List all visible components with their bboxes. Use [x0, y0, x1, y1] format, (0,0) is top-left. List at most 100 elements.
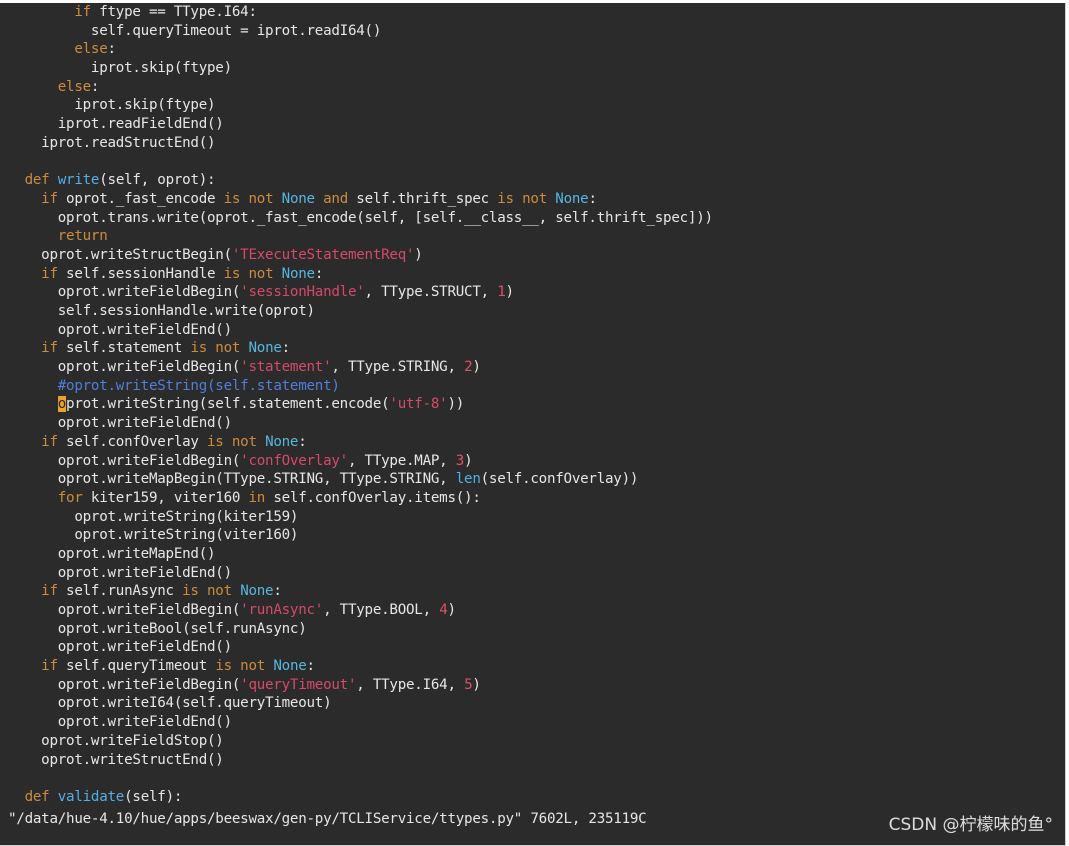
code-token: oprot.writeBool(self.runAsync) — [8, 620, 307, 637]
code-token: oprot.writeStructBegin( — [8, 246, 232, 263]
code-token: oprot.writeFieldBegin( — [8, 359, 241, 376]
code-line: if self.runAsync is not None: — [8, 582, 1065, 601]
code-line: oprot.writeMapBegin(TType.STRING, TType.… — [8, 470, 1065, 489]
code-line: self.queryTimeout = iprot.readI64() — [8, 22, 1065, 41]
keyword-token: else — [57, 78, 91, 95]
code-token: self.confOverlay — [57, 433, 208, 450]
code-token: ) — [447, 602, 456, 618]
code-line: self.sessionHandle.write(oprot) — [8, 302, 1065, 321]
keyword-token: if — [41, 433, 58, 450]
code-token: : — [90, 78, 100, 95]
code-token: oprot.trans.write(oprot._fast_encode(sel… — [8, 209, 713, 226]
string-literal: 'sessionHandle' — [240, 284, 365, 301]
code-line: oprot.writeStructBegin('TExecuteStatemen… — [8, 246, 1065, 265]
code-line: if oprot._fast_encode is not None and se… — [8, 190, 1065, 209]
code-token: : — [314, 265, 324, 282]
code-line: iprot.readStructEnd() — [8, 134, 1065, 153]
number-literal: 3 — [455, 452, 465, 469]
keyword-token: in — [248, 489, 266, 506]
code-line: oprot.writeBool(self.runAsync) — [8, 620, 1065, 639]
string-literal: 'utf-8' — [389, 396, 448, 413]
code-token: self.queryTimeout — [57, 658, 216, 675]
code-token: : — [107, 41, 117, 58]
terminal-window[interactable]: if ftype == TType.I64: self.queryTimeout… — [0, 3, 1066, 846]
code-line: iprot.readFieldEnd() — [8, 115, 1065, 134]
code-token: self.statement — [57, 340, 191, 357]
string-literal: 'TExecuteStatementReq' — [231, 246, 415, 263]
keyword-token: if — [41, 265, 58, 282]
code-line: oprot.writeFieldBegin('statement', TType… — [8, 358, 1065, 377]
code-token: (self, oprot): — [99, 172, 216, 189]
code-line: return — [8, 227, 1065, 246]
code-token: oprot.writeFieldBegin( — [8, 452, 241, 469]
code-token: iprot.readFieldEnd() — [8, 116, 224, 133]
code-token: iprot.readStructEnd() — [8, 134, 216, 151]
code-token: : — [588, 190, 597, 207]
watermark: CSDN @柠檬味的鱼° — [888, 815, 1053, 835]
code-line: if ftype == TType.I64: — [8, 3, 1065, 22]
code-token: None — [240, 583, 274, 600]
code-line: for kiter159, viter160 in self.confOverl… — [8, 489, 1065, 508]
keyword-token: is not — [215, 658, 266, 675]
code-token: , TType.BOOL, — [323, 602, 440, 618]
code-line: if self.statement is not None: — [8, 339, 1065, 358]
code-token: ftype == TType.I64: — [90, 4, 257, 20]
code-line: oprot.writeStructEnd() — [8, 751, 1065, 770]
code-token: None — [555, 190, 589, 207]
code-line: oprot.writeFieldBegin('queryTimeout', TT… — [8, 676, 1065, 695]
keyword-token: is not — [223, 265, 274, 282]
code-token: (self): — [124, 788, 183, 805]
code-line: oprot.writeFieldBegin('confOverlay', TTy… — [8, 452, 1065, 471]
code-token: kiter159, viter160 — [82, 489, 249, 506]
code-token: write — [57, 172, 100, 189]
code-token: , TType.MAP, — [347, 452, 456, 469]
code-token: oprot.writeFieldStop() — [8, 732, 224, 749]
code-line: oprot.writeString(kiter159) — [8, 508, 1065, 527]
code-line: def write(self, oprot): — [8, 171, 1065, 190]
code-line: oprot.writeMapEnd() — [8, 545, 1065, 564]
code-token: : — [298, 433, 307, 450]
code-token: iprot.skip(ftype) — [8, 97, 216, 114]
keyword-token: if — [74, 4, 91, 20]
code-token: : — [273, 583, 282, 600]
code-line: else: — [8, 40, 1065, 59]
code-token: )) — [447, 396, 465, 413]
code-line: oprot.writeFieldEnd() — [8, 564, 1065, 583]
code-token: self.queryTimeout = iprot.readI64() — [8, 22, 382, 39]
code-token: ) — [505, 284, 515, 301]
code-token: None — [273, 658, 307, 675]
code-line: oprot.writeFieldBegin('sessionHandle', T… — [8, 283, 1065, 302]
string-literal: 'confOverlay' — [240, 452, 348, 469]
code-token: validate — [57, 788, 125, 805]
code-token: oprot.writeFieldBegin( — [8, 284, 241, 301]
keyword-token: is not — [207, 433, 257, 450]
code-token: oprot.writeMapEnd() — [8, 545, 216, 562]
keyword-token: if — [41, 190, 58, 207]
keyword-token: if — [41, 658, 58, 675]
keyword-token: else — [74, 41, 108, 58]
code-token: oprot.writeString(viter160) — [8, 527, 299, 544]
code-comment: #oprot.writeString(self.statement) — [57, 377, 340, 394]
code-token: self.runAsync — [57, 583, 183, 600]
code-token: len — [455, 471, 481, 488]
code-token: ) — [464, 452, 473, 469]
keyword-token: return — [57, 228, 108, 245]
code-token: oprot.writeI64(self.queryTimeout) — [8, 695, 332, 712]
code-line: oprot.writeFieldEnd() — [8, 321, 1065, 340]
code-token: self.sessionHandle.write(oprot) — [8, 303, 315, 319]
code-editor[interactable]: if ftype == TType.I64: self.queryTimeout… — [8, 3, 1065, 807]
keyword-token: is not — [182, 583, 232, 600]
keyword-token: is not — [190, 340, 241, 357]
code-line: if self.sessionHandle is not None: — [8, 265, 1065, 284]
code-token: self.confOverlay.items(): — [265, 489, 481, 506]
code-token: iprot.skip(ftype) — [8, 60, 232, 77]
